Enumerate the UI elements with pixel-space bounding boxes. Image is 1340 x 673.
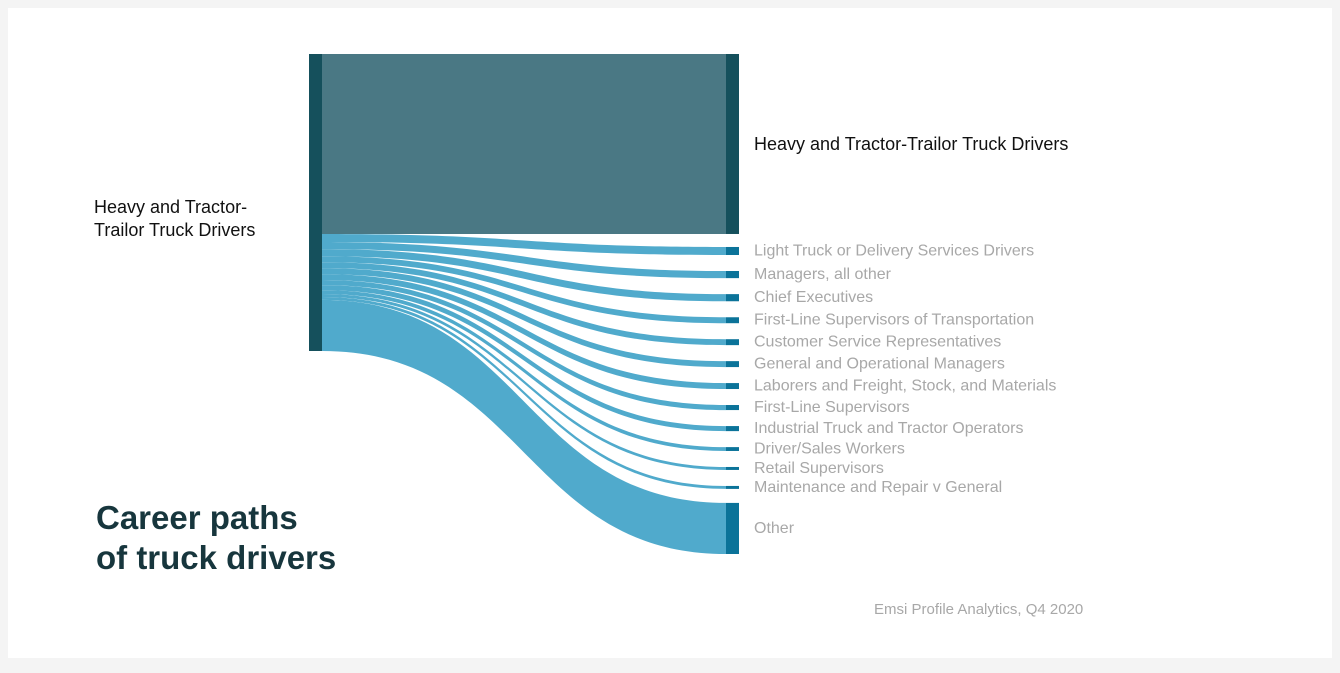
sankey-target-label: General and Operational Managers xyxy=(754,356,1005,373)
sankey-target-label: Retail Supervisors xyxy=(754,460,884,477)
sankey-target-node xyxy=(726,317,739,324)
sankey-target-node xyxy=(726,271,739,279)
sankey-target-label: Other xyxy=(754,520,795,537)
chart-card: Heavy and Tractor-Trailor Truck Drivers L… xyxy=(8,8,1332,658)
sankey-target-label: Industrial Truck and Tractor Operators xyxy=(754,420,1023,437)
sankey-target-node xyxy=(726,339,739,346)
sankey-target-label: Chief Executives xyxy=(754,289,873,306)
sankey-target-labels: Heavy and Tractor-Trailor Truck Drivers L… xyxy=(754,134,1068,537)
sankey-target-node xyxy=(726,246,739,256)
source-label-line-1: Heavy and Tractor- xyxy=(94,197,248,217)
sankey-target-node xyxy=(726,294,739,302)
chart-title: Career paths of truck drivers xyxy=(96,498,436,578)
source-note: Emsi Profile Analytics, Q4 2020 xyxy=(874,601,1084,618)
sankey-link xyxy=(322,54,726,234)
sankey-target-node xyxy=(726,485,739,489)
source-label-line-2: Trailor Truck Drivers xyxy=(94,220,256,240)
sankey-target-label: First-Line Supervisors of Transportation xyxy=(754,312,1034,329)
sankey-target-label: Managers, all other xyxy=(754,266,892,283)
sankey-links xyxy=(322,54,726,554)
sankey-target-label: Maintenance and Repair v General xyxy=(754,479,1002,496)
source-node-label: Heavy and Tractor- Trailor Truck Drivers xyxy=(94,196,294,242)
sankey-target-node xyxy=(726,466,739,470)
sankey-target-node xyxy=(726,502,739,554)
sankey-target-label: Customer Service Representatives xyxy=(754,334,1001,351)
sankey-target-label: Heavy and Tractor-Trailor Truck Drivers xyxy=(754,134,1068,154)
sankey-target-label: Driver/Sales Workers xyxy=(754,441,905,458)
sankey-target-node xyxy=(726,383,739,390)
sankey-target-node xyxy=(726,405,739,411)
chart-title-line-1: Career paths xyxy=(96,499,298,536)
sankey-target-node xyxy=(726,447,739,451)
chart-title-line-2: of truck drivers xyxy=(96,539,337,576)
sankey-target-node xyxy=(726,426,739,432)
sankey-source-node xyxy=(309,54,322,351)
sankey-target-label: Light Truck or Delivery Services Drivers xyxy=(754,242,1034,259)
sankey-target-node xyxy=(726,54,739,234)
sankey-target-label: First-Line Supervisors xyxy=(754,399,910,416)
sankey-target-label: Laborers and Freight, Stock, and Materia… xyxy=(754,378,1056,395)
sankey-target-node xyxy=(726,361,739,368)
